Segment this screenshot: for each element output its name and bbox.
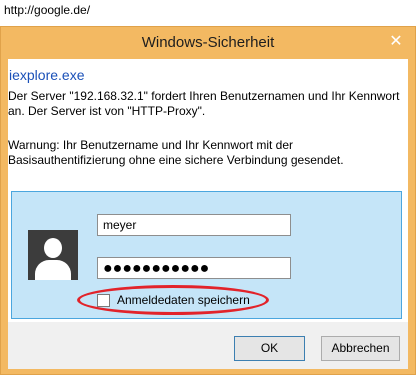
ok-button[interactable]: OK xyxy=(234,336,305,361)
browser-url: http://google.de/ xyxy=(4,3,91,17)
security-dialog: Windows-Sicherheit ✕ iexplore.exe Der Se… xyxy=(0,26,416,375)
cancel-button[interactable]: Abbrechen xyxy=(321,336,400,361)
dialog-footer: OK Abbrechen xyxy=(8,322,408,369)
avatar-head xyxy=(44,238,62,258)
password-input[interactable] xyxy=(97,257,291,279)
avatar-torso xyxy=(35,260,71,280)
close-icon[interactable]: ✕ xyxy=(386,33,406,53)
server-message: Der Server "192.168.32.1" fordert Ihren … xyxy=(8,89,400,118)
app-name: iexplore.exe xyxy=(9,67,85,83)
username-input[interactable] xyxy=(97,214,291,236)
credential-panel: Anmeldedaten speichern xyxy=(11,191,402,319)
highlight-ellipse xyxy=(77,285,269,315)
dialog-body: iexplore.exe Der Server "192.168.32.1" f… xyxy=(8,59,408,369)
warning-message: Warnung: Ihr Benutzername und Ihr Kennwo… xyxy=(8,138,344,167)
dialog-title: Windows-Sicherheit xyxy=(141,34,275,51)
user-icon xyxy=(28,230,78,280)
